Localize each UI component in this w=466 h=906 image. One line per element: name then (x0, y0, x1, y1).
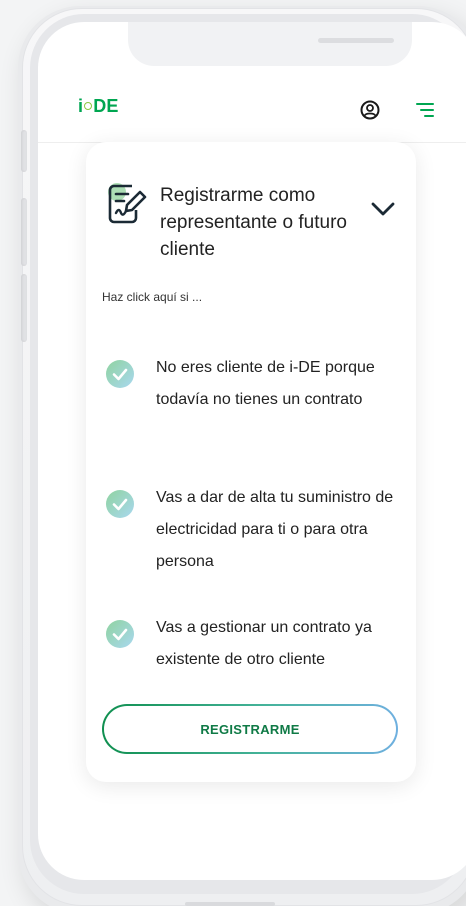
menu-icon[interactable] (416, 102, 434, 118)
volume-down-button (21, 274, 27, 342)
logo-dot (84, 102, 93, 111)
card-header[interactable]: Registrarme como representante o futuro … (86, 142, 416, 282)
app-header: i DE (38, 78, 466, 143)
check-circle-icon (106, 620, 134, 648)
speaker (318, 38, 394, 43)
list-item-text: Vas a dar de alta tu suministro de elect… (156, 489, 394, 570)
check-circle-icon (106, 360, 134, 388)
volume-up-button (21, 198, 27, 266)
check-circle-icon (106, 490, 134, 518)
list-item-text: No eres cliente de i-DE porque todavía n… (156, 359, 375, 408)
notch (128, 22, 412, 66)
list-item: Vas a dar de alta tu suministro de elect… (86, 482, 416, 612)
list-item-text: Vas a gestionar un contrato ya existente… (156, 619, 372, 668)
device-mockup: i DE Registrarme como representante o fu… (0, 0, 466, 906)
signed-document-icon (108, 183, 147, 224)
user-circle-icon[interactable] (360, 100, 380, 120)
register-button[interactable]: REGISTRARME (102, 704, 398, 754)
mute-switch (21, 130, 27, 172)
logo-prefix: i (78, 96, 84, 116)
chevron-down-icon[interactable] (370, 200, 396, 218)
hint-text: Haz click aquí si ... (102, 290, 203, 304)
register-option-card: Registrarme como representante o futuro … (86, 142, 416, 782)
list-item: Vas a gestionar un contrato ya existente… (86, 612, 416, 702)
register-button-label: REGISTRARME (200, 721, 300, 737)
logo-suffix: DE (93, 96, 119, 116)
logo[interactable]: i DE (78, 96, 119, 117)
card-title: Registrarme como representante o futuro … (160, 185, 347, 260)
requirements-list: No eres cliente de i-DE porque todavía n… (86, 352, 416, 702)
home-indicator (185, 902, 275, 906)
list-item: No eres cliente de i-DE porque todavía n… (86, 352, 416, 482)
app-screen: i DE Registrarme como representante o fu… (38, 22, 466, 880)
